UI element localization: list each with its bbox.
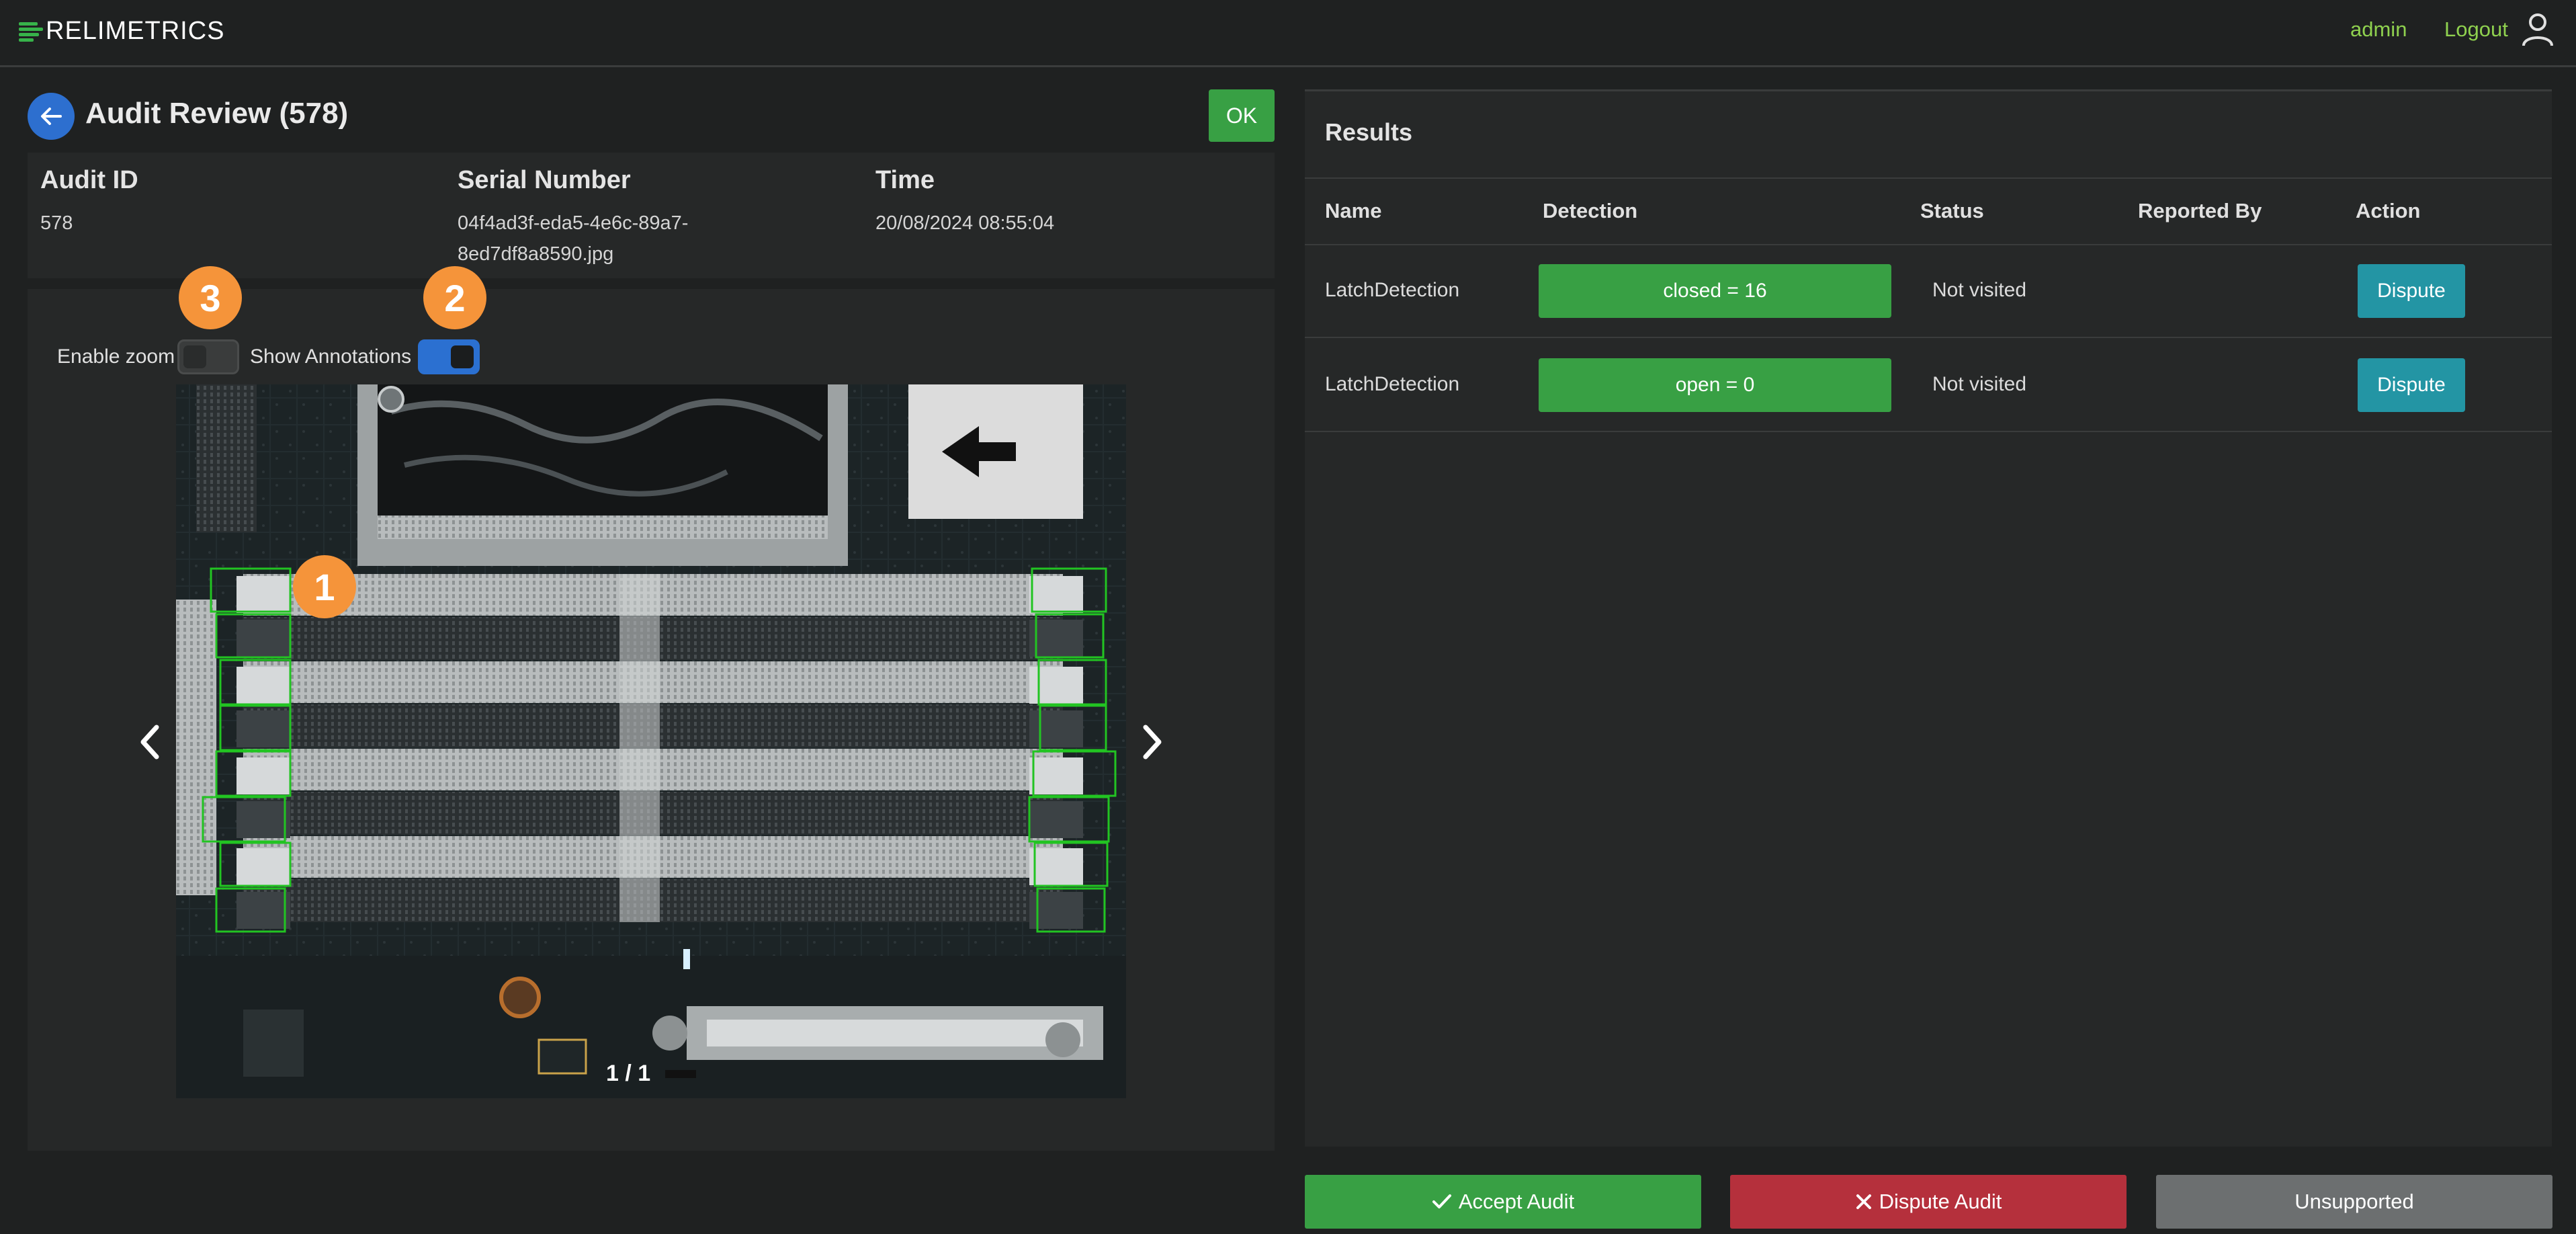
arrow-left-icon [41,108,62,125]
motherboard-photo [176,384,1126,1098]
username-link[interactable]: admin [2350,17,2407,42]
show-annotations-label: Show Annotations [250,345,412,368]
serial-number-line-1: 04f4ad3f-eda5-4e6c-89a7- [458,212,689,234]
dispute-audit-button[interactable]: Dispute Audit [1730,1175,2127,1229]
dispute-audit-label: Dispute Audit [1879,1190,2002,1213]
detection-badge: open = 0 [1539,358,1891,412]
table-row: LatchDetection open = 0 Not visited Disp… [1305,338,2552,432]
results-panel: Results Name Detection Status Reported B… [1305,89,2552,1147]
callout-badge-2: 2 [423,266,486,329]
column-name: Name [1325,199,1382,222]
close-icon [1856,1194,1871,1209]
serial-number-value: 04f4ad3f-eda5-4e6c-89a7- 8ed7df8a8590.jp… [458,208,688,270]
row-name: LatchDetection [1325,279,1460,301]
ok-button[interactable]: OK [1209,89,1275,142]
logo-icon [19,21,43,42]
callout-badge-3: 3 [179,266,242,329]
previous-image-button[interactable] [129,715,169,769]
time-label: Time [875,166,935,194]
enable-zoom-toggle[interactable] [177,339,239,374]
results-title: Results [1325,118,1413,146]
time-value: 20/08/2024 08:55:04 [875,212,1055,234]
detection-badge: closed = 16 [1539,264,1891,318]
app-logo[interactable]: RELIMETRICS [19,16,224,46]
unsupported-label: Unsupported [2294,1190,2414,1213]
pager-indicator [665,1070,696,1078]
audit-image[interactable] [176,384,1126,1098]
row-name: LatchDetection [1325,373,1460,395]
row-status: Not visited [1932,279,2027,301]
serial-number-line-2: 8ed7df8a8590.jpg [458,243,614,265]
serial-number-label: Serial Number [458,166,631,194]
accept-audit-button[interactable]: Accept Audit [1305,1175,1701,1229]
audit-id-value: 578 [40,212,73,234]
enable-zoom-label: Enable zoom [57,345,175,368]
accept-audit-label: Accept Audit [1458,1190,1575,1213]
show-annotations-toggle[interactable] [418,339,480,374]
unsupported-button[interactable]: Unsupported [2156,1175,2552,1229]
chevron-left-icon [140,725,159,759]
column-detection: Detection [1543,199,1638,222]
image-pager: 1 / 1 [606,1061,651,1086]
page-title: Audit Review (578) [85,97,349,130]
column-reported-by: Reported By [2138,199,2262,222]
column-status: Status [1920,199,1984,222]
row-status: Not visited [1932,373,2027,395]
results-table-header: Name Detection Status Reported By Action [1305,177,2552,245]
audit-id-label: Audit ID [40,166,138,194]
dispute-button[interactable]: Dispute [2358,264,2465,318]
top-bar: RELIMETRICS admin Logout [0,0,2576,67]
dispute-button[interactable]: Dispute [2358,358,2465,412]
logout-link[interactable]: Logout [2444,17,2508,42]
back-button[interactable] [28,93,75,140]
column-action: Action [2356,199,2421,222]
logo-text: RELIMETRICS [46,16,225,45]
next-image-button[interactable] [1133,715,1173,769]
chevron-right-icon [1143,725,1162,759]
callout-badge-1: 1 [293,555,356,618]
audit-details-panel: Audit ID 578 Serial Number 04f4ad3f-eda5… [28,153,1275,278]
check-icon [1432,1194,1451,1208]
user-icon[interactable] [2521,12,2554,47]
table-row: LatchDetection closed = 16 Not visited D… [1305,244,2552,338]
